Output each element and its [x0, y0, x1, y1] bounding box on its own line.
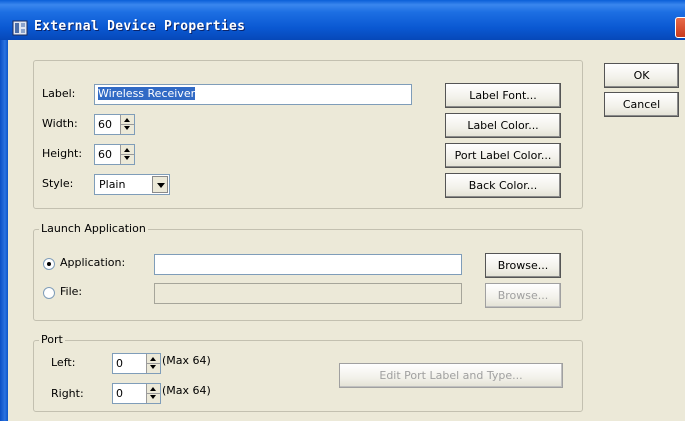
dialog-body: Label: Wireless Receiver Width: 60 Heigh…	[8, 40, 685, 421]
height-value: 60	[98, 148, 112, 161]
label-color-button[interactable]: Label Color...	[445, 113, 561, 138]
application-label: Application:	[60, 256, 126, 269]
edit-port-label-button[interactable]: Edit Port Label and Type...	[339, 363, 563, 388]
spin-down-icon	[124, 156, 130, 160]
back-color-button[interactable]: Back Color...	[445, 173, 561, 198]
width-spin-arrows[interactable]	[120, 115, 134, 134]
close-button[interactable]	[675, 17, 685, 38]
spin-up-icon	[124, 118, 130, 122]
file-label: File:	[60, 285, 83, 298]
height-stepper[interactable]: 60	[94, 144, 135, 165]
left-port-max: (Max 64)	[162, 354, 211, 367]
window-frame-left	[0, 40, 8, 421]
application-radio[interactable]	[43, 258, 55, 270]
left-port-stepper[interactable]: 0	[112, 353, 161, 374]
spin-down-icon	[150, 395, 156, 399]
port-title: Port	[39, 333, 65, 346]
style-dropdown[interactable]: Plain	[94, 174, 170, 195]
width-stepper[interactable]: 60	[94, 114, 135, 135]
right-port-spin-arrows[interactable]	[146, 384, 160, 403]
spin-down-icon	[124, 126, 130, 130]
spin-up-icon	[150, 357, 156, 361]
file-radio[interactable]	[43, 287, 55, 299]
dialog-window: External Device Properties Label: Wirele…	[0, 0, 685, 421]
spin-up-icon	[124, 148, 130, 152]
file-path-input[interactable]	[154, 283, 462, 304]
spin-down-icon	[150, 365, 156, 369]
left-port-value: 0	[116, 357, 123, 370]
label-input[interactable]: Wireless Receiver	[94, 84, 412, 105]
browse-application-button[interactable]: Browse...	[485, 253, 561, 278]
ok-button[interactable]: OK	[604, 63, 679, 88]
left-port-spin-arrows[interactable]	[146, 354, 160, 373]
window-title: External Device Properties	[34, 19, 246, 34]
cancel-button[interactable]: Cancel	[604, 92, 679, 117]
height-caption: Height:	[42, 147, 83, 160]
label-input-value: Wireless Receiver	[98, 87, 196, 100]
style-value: Plain	[99, 178, 126, 191]
style-caption: Style:	[42, 177, 74, 190]
chevron-down-icon	[157, 183, 165, 188]
width-value: 60	[98, 118, 112, 131]
right-port-stepper[interactable]: 0	[112, 383, 161, 404]
launch-application-title: Launch Application	[39, 222, 148, 235]
height-spin-arrows[interactable]	[120, 145, 134, 164]
device-properties-icon	[12, 20, 28, 36]
label-font-button[interactable]: Label Font...	[445, 83, 561, 108]
right-port-caption: Right:	[51, 387, 84, 400]
width-caption: Width:	[42, 117, 78, 130]
application-path-input[interactable]	[154, 254, 462, 275]
right-port-value: 0	[116, 387, 123, 400]
left-port-caption: Left:	[51, 356, 76, 369]
spin-up-icon	[150, 387, 156, 391]
label-caption: Label:	[42, 87, 76, 100]
title-bar[interactable]: External Device Properties	[0, 0, 685, 40]
right-port-max: (Max 64)	[162, 384, 211, 397]
dropdown-arrow-button[interactable]	[152, 176, 168, 193]
browse-file-button[interactable]: Browse...	[485, 283, 561, 308]
port-label-color-button[interactable]: Port Label Color...	[445, 143, 561, 168]
